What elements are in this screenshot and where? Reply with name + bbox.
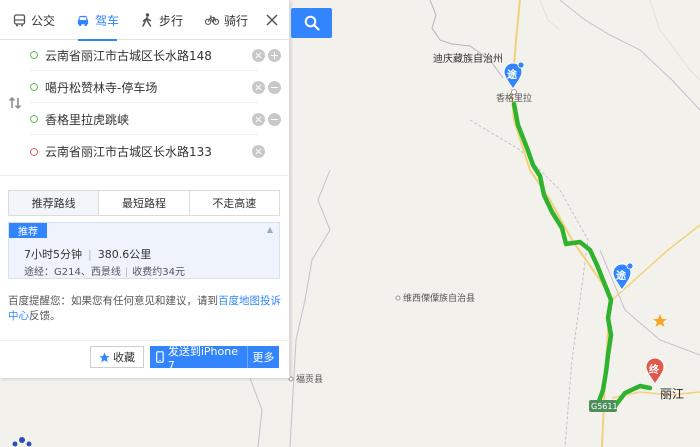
- tab-walk-label: 步行: [159, 13, 184, 28]
- waypoint-end[interactable]: 云南省丽江市古城区长水路133: [30, 136, 265, 167]
- end-marker[interactable]: 终: [644, 357, 666, 385]
- tab-bike[interactable]: 骑行: [205, 0, 248, 40]
- route-summary-card[interactable]: 推荐 ▲ 7小时5分钟 | 380.6公里 途经：G214、西景线 | 收费约34元: [8, 222, 280, 279]
- waypoint-via-1[interactable]: 噶丹松赞林寺-停车场: [30, 72, 281, 103]
- tab-recommended-route[interactable]: 推荐路线: [9, 191, 100, 215]
- route-option-tabs: 推荐路线 最短路程 不走高速: [8, 190, 280, 216]
- feedback-prefix: 百度提醒您：如果您有任何意见和建议，请到: [8, 295, 218, 307]
- map-label-xianggelila: 香格里拉: [496, 92, 532, 104]
- more-button[interactable]: 更多: [248, 349, 279, 365]
- tab-walk[interactable]: 步行: [140, 0, 183, 40]
- waypoint-text[interactable]: 香格里拉虎跳峡: [45, 111, 258, 128]
- swap-icon[interactable]: [7, 95, 23, 111]
- route-details: 途经：G214、西景线 | 收费约34元: [24, 267, 185, 278]
- route-duration: 7小时5分钟: [24, 248, 82, 261]
- end-dot-icon: [30, 147, 38, 156]
- waypoint-text[interactable]: 云南省丽江市古城区长水路148: [45, 47, 258, 64]
- feedback-notice: 百度提醒您：如果您有任何意见和建议，请到百度地图投诉中心反馈。: [8, 294, 282, 324]
- start-dot-icon: [30, 51, 38, 59]
- phone-icon: [156, 351, 164, 363]
- map-label-fugong: 福贡县: [296, 373, 323, 385]
- poi-dot: [395, 295, 401, 301]
- search-icon: [304, 15, 320, 31]
- bus-icon: [12, 13, 26, 27]
- waypoint-start[interactable]: 云南省丽江市古城区长水路148: [30, 40, 281, 71]
- recommended-badge: 推荐: [9, 223, 47, 238]
- via-marker-label: 途: [616, 271, 626, 282]
- feedback-suffix: 反馈。: [29, 310, 61, 322]
- remove-waypoint-icon[interactable]: [268, 113, 281, 126]
- tab-bus[interactable]: 公交: [12, 0, 55, 40]
- route-via-label: 途经：: [24, 267, 54, 278]
- end-marker-label: 终: [649, 365, 659, 376]
- clear-icon[interactable]: [252, 145, 265, 158]
- favorite-label: 收藏: [113, 351, 135, 364]
- tab-car[interactable]: 驾车: [76, 0, 120, 41]
- collapse-caret-icon[interactable]: ▲: [267, 225, 273, 234]
- send-label: 发送到iPhone 7: [167, 344, 238, 372]
- highway-label: G5611: [591, 402, 618, 411]
- map-label-diqing: 迪庆藏族自治州: [433, 52, 503, 65]
- divider: [0, 340, 290, 341]
- via-marker-2[interactable]: 途: [611, 262, 634, 291]
- mode-tabs: 公交 驾车 步行 骑行: [0, 0, 290, 41]
- waypoint-text[interactable]: 云南省丽江市古城区长水路133: [45, 143, 258, 160]
- star-icon: [99, 352, 110, 362]
- tab-car-label: 驾车: [95, 13, 120, 28]
- send-to-phone-main[interactable]: 发送到iPhone 7: [150, 345, 248, 372]
- walk-icon: [140, 13, 154, 27]
- route-panel: 公交 驾车 步行 骑行 云南省丽江市古城区长水路148 噶丹松赞林寺-停车场 香…: [0, 0, 290, 378]
- route-via: G214、西景线: [54, 267, 121, 278]
- waypoint-text[interactable]: 噶丹松赞林寺-停车场: [45, 79, 258, 96]
- bike-icon: [205, 13, 219, 27]
- tab-bus-label: 公交: [31, 13, 56, 28]
- tab-shortest-route[interactable]: 最短路程: [99, 191, 190, 215]
- clear-icon[interactable]: [252, 113, 265, 126]
- divider: [0, 175, 290, 176]
- remove-waypoint-icon[interactable]: [268, 81, 281, 94]
- favorite-button[interactable]: 收藏: [90, 346, 144, 368]
- clear-icon[interactable]: [252, 49, 265, 62]
- add-waypoint-icon[interactable]: [268, 49, 281, 62]
- map-label-weixi: 维西傈僳族自治县: [403, 292, 475, 304]
- map-label-lijiang: 丽江: [660, 387, 684, 401]
- via-marker-label: 途: [507, 70, 517, 81]
- search-button[interactable]: [291, 8, 332, 38]
- tab-bike-label: 骑行: [224, 13, 249, 28]
- route-toll: 收费约34元: [132, 267, 185, 278]
- via-dot-icon: [30, 83, 38, 91]
- route-distance: 380.6公里: [97, 248, 152, 261]
- waypoint-list: 云南省丽江市古城区长水路148 噶丹松赞林寺-停车场 香格里拉虎跳峡 云南省丽江…: [0, 40, 290, 168]
- route-stats: 7小时5分钟 | 380.6公里: [24, 248, 152, 261]
- tab-avoid-highway[interactable]: 不走高速: [189, 191, 279, 215]
- via-dot-icon: [30, 115, 38, 123]
- close-button[interactable]: [262, 10, 282, 30]
- send-to-phone-button[interactable]: 发送到iPhone 7 更多: [150, 345, 279, 372]
- clear-icon[interactable]: [252, 81, 265, 94]
- close-icon: [266, 14, 278, 26]
- via-marker-1[interactable]: 途: [502, 61, 525, 90]
- waypoint-via-2[interactable]: 香格里拉虎跳峡: [30, 104, 281, 135]
- car-icon: [76, 13, 90, 27]
